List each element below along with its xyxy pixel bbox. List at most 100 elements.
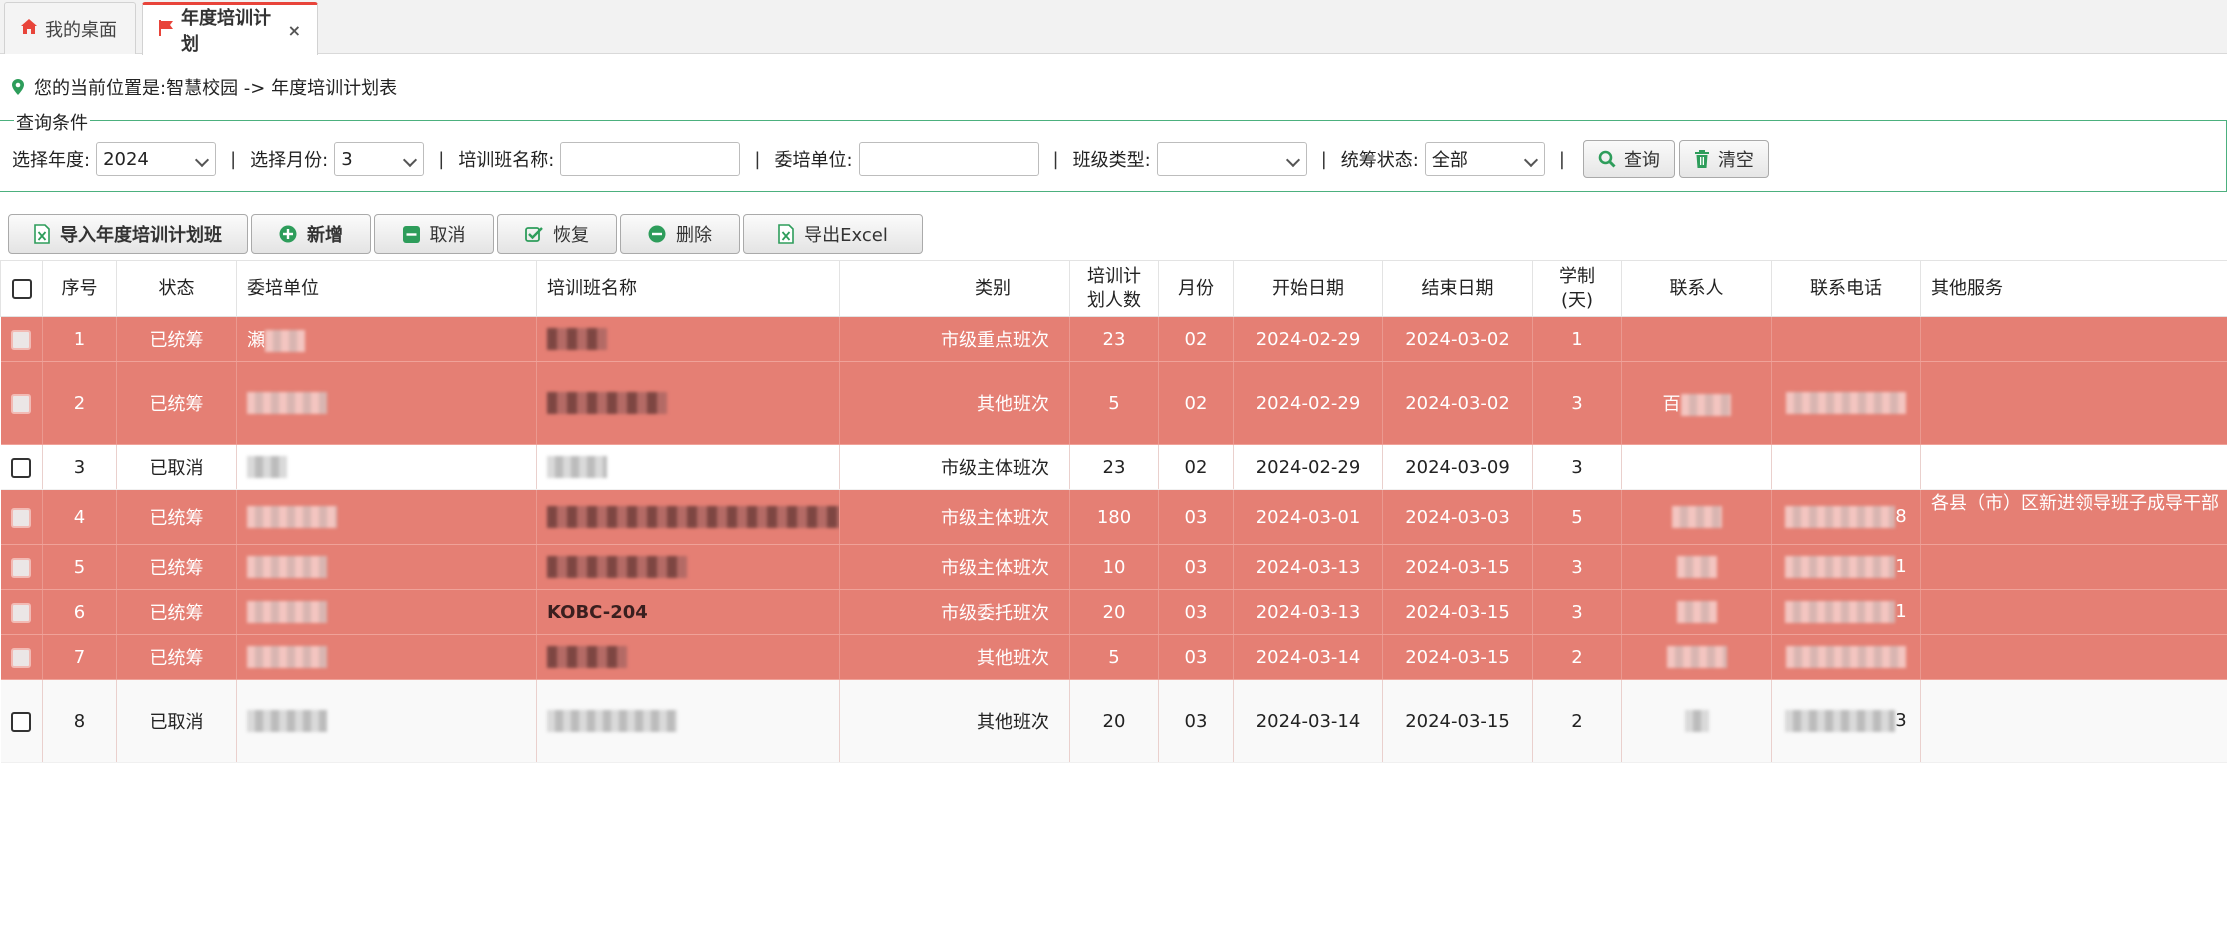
breadcrumb-text: 您的当前位置是:智慧校园 -> 年度培训计划表 (34, 78, 398, 99)
masked-class-name (536, 634, 840, 680)
add-button[interactable]: 新增 (251, 214, 371, 254)
header-phone[interactable]: 联系电话 (1771, 260, 1921, 317)
masked-contact (1621, 634, 1772, 680)
close-icon[interactable]: × (288, 21, 301, 40)
tab-my-desktop[interactable]: 我的桌面 (4, 2, 136, 54)
delete-button[interactable]: 删除 (620, 214, 740, 254)
trash-icon (1694, 150, 1710, 168)
search-icon (1598, 150, 1616, 168)
status-label: 统筹状态: (1340, 150, 1419, 171)
table-row[interactable]: 4 已统筹 市级主体班次 180 03 2024-03-01 2024-03-0… (0, 489, 2227, 545)
status-select[interactable]: 全部 (1424, 142, 1545, 176)
masked-unit (236, 444, 537, 490)
table-row[interactable]: 7 已统筹 其他班次 5 03 2024-03-14 2024-03-15 2 (0, 634, 2227, 680)
masked-class-name (536, 679, 840, 763)
header-other-service[interactable]: 其他服务 (1920, 260, 2227, 317)
row-checkbox[interactable] (11, 329, 32, 350)
chevron-down-icon (403, 152, 418, 168)
month-label: 选择月份: (250, 150, 329, 171)
masked-unit (236, 679, 537, 763)
unit-label: 委培单位: (774, 150, 853, 171)
masked-unit (236, 634, 537, 680)
masked-phone (1771, 634, 1921, 680)
masked-unit (236, 544, 537, 590)
header-unit[interactable]: 委培单位 (236, 260, 537, 317)
masked-phone: 3 (1771, 679, 1921, 763)
excel-icon (778, 224, 794, 244)
header-duration[interactable]: 学制 (天) (1532, 260, 1622, 317)
chevron-down-icon (195, 152, 210, 168)
header-start-date[interactable]: 开始日期 (1233, 260, 1383, 317)
masked-contact (1621, 589, 1772, 635)
plus-circle-icon (279, 225, 297, 243)
query-legend: 查询条件 (14, 109, 90, 135)
select-all-checkbox[interactable] (0, 260, 43, 317)
training-plan-table: 序号 状态 委培单位 培训班名称 类别 培训计 划人数 月份 开始日期 结束日期 … (0, 260, 2227, 763)
masked-contact (1621, 544, 1772, 590)
year-label: 选择年度: (12, 150, 91, 171)
class-type-select[interactable] (1156, 142, 1307, 176)
check-square-icon (525, 226, 543, 243)
minus-square-icon (402, 225, 420, 243)
search-button[interactable]: 查询 (1582, 140, 1675, 178)
row-checkbox[interactable] (11, 711, 32, 732)
header-category[interactable]: 类别 (839, 260, 1070, 317)
header-end-date[interactable]: 结束日期 (1382, 260, 1533, 317)
masked-class-name (536, 489, 840, 545)
header-plan-count[interactable]: 培训计 划人数 (1069, 260, 1159, 317)
masked-contact: 百 (1621, 361, 1772, 445)
masked-contact (1621, 679, 1772, 763)
import-button[interactable]: 导入年度培训计划班 (8, 214, 248, 254)
header-status[interactable]: 状态 (116, 260, 237, 317)
row-checkbox[interactable] (11, 557, 32, 578)
masked-unit (236, 489, 537, 545)
table-row[interactable]: 1 已统筹 瀬 市级重点班次 23 02 2024-02-29 2024-03-… (0, 316, 2227, 362)
excel-icon (34, 224, 50, 244)
flag-icon (159, 19, 173, 41)
masked-unit: 瀬 (236, 316, 537, 362)
row-checkbox[interactable] (11, 457, 32, 478)
masked-contact (1621, 489, 1772, 545)
table-header-row: 序号 状态 委培单位 培训班名称 类别 培训计 划人数 月份 开始日期 结束日期 … (0, 260, 2227, 317)
row-checkbox[interactable] (11, 647, 32, 668)
header-class-name[interactable]: 培训班名称 (536, 260, 840, 317)
tab-annual-training-plan[interactable]: 年度培训计划 × (142, 2, 318, 55)
year-select[interactable]: 2024 (96, 142, 217, 176)
tab-bar: 我的桌面 年度培训计划 × (0, 0, 2227, 55)
masked-phone: 1 (1771, 589, 1921, 635)
masked-class-name (536, 444, 840, 490)
row-checkbox[interactable] (11, 393, 32, 414)
chevron-down-icon (1285, 152, 1300, 168)
masked-phone: 8 (1771, 489, 1921, 545)
header-contact[interactable]: 联系人 (1621, 260, 1772, 317)
cancel-button[interactable]: 取消 (374, 214, 494, 254)
clear-button[interactable]: 清空 (1678, 140, 1769, 178)
masked-class-name (536, 361, 840, 445)
row-checkbox[interactable] (11, 507, 32, 528)
restore-button[interactable]: 恢复 (497, 214, 617, 254)
table-row[interactable]: 6 已统筹 KOBC-204 市级委托班次 20 03 2024-03-13 2… (0, 589, 2227, 635)
masked-phone: 1 (1771, 544, 1921, 590)
header-seq[interactable]: 序号 (42, 260, 117, 317)
masked-unit (236, 361, 537, 445)
table-row[interactable]: 8 已取消 其他班次 20 03 2024-03-14 2024-03-15 2… (0, 679, 2227, 763)
masked-class-name (536, 544, 840, 590)
unit-input[interactable] (858, 142, 1039, 176)
row-checkbox[interactable] (11, 602, 32, 623)
header-month[interactable]: 月份 (1158, 260, 1234, 317)
table-row[interactable]: 2 已统筹 其他班次 5 02 2024-02-29 2024-03-02 3 … (0, 361, 2227, 445)
table-row[interactable]: 5 已统筹 市级主体班次 10 03 2024-03-13 2024-03-15… (0, 544, 2227, 590)
masked-phone (1771, 361, 1921, 445)
breadcrumb: 您的当前位置是:智慧校园 -> 年度培训计划表 (12, 74, 397, 100)
action-toolbar: 导入年度培训计划班 新增 取消 恢复 删除 导出Excel (8, 214, 926, 254)
class-type-label: 班级类型: (1072, 150, 1151, 171)
month-select[interactable]: 3 (334, 142, 425, 176)
chevron-down-icon (1523, 152, 1538, 168)
tab-label: 年度培训计划 (181, 8, 271, 55)
class-name-label: 培训班名称: (458, 150, 555, 171)
masked-class-name (536, 316, 840, 362)
home-icon (21, 18, 37, 39)
export-excel-button[interactable]: 导出Excel (743, 214, 923, 254)
table-row[interactable]: 3 已取消 市级主体班次 23 02 2024-02-29 2024-03-09… (0, 444, 2227, 490)
class-name-input[interactable] (560, 142, 741, 176)
